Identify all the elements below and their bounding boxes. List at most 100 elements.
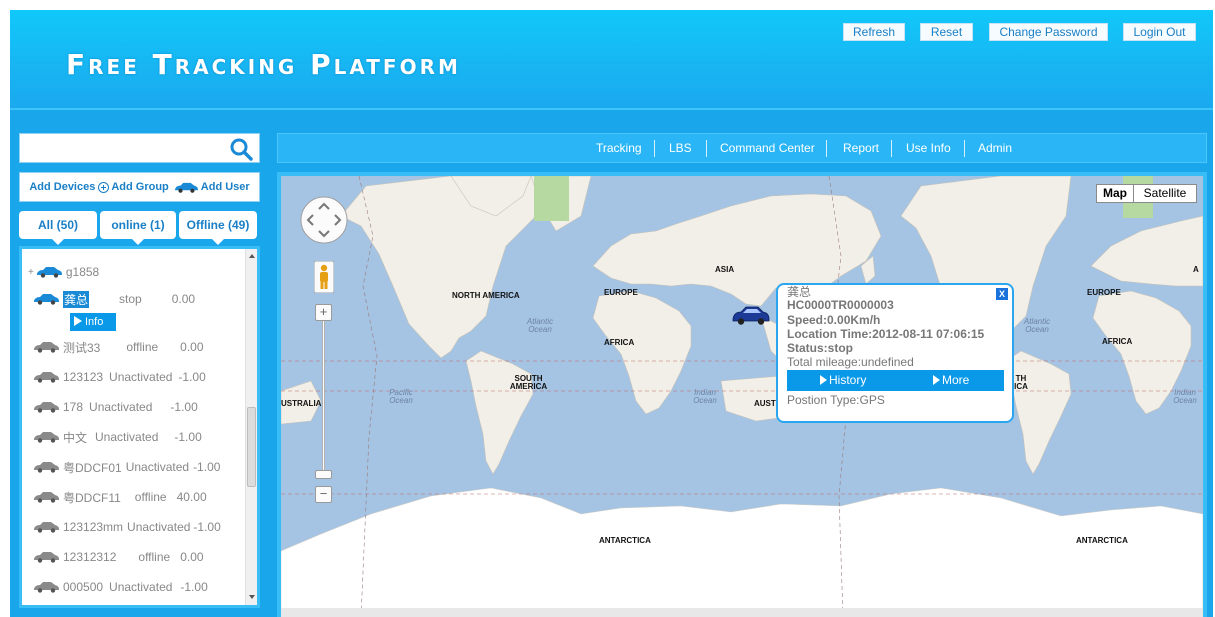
vehicle-marker-icon[interactable] bbox=[731, 304, 771, 326]
list-item[interactable]: 粤DDCF01 Unactivated -1.00 bbox=[32, 458, 220, 476]
list-scrollbar[interactable] bbox=[245, 249, 257, 605]
list-item[interactable]: + g1858 bbox=[28, 263, 105, 281]
map-label-antarctica-2: ANTARCTICA bbox=[1076, 536, 1128, 545]
car-icon bbox=[174, 182, 198, 193]
car-icon bbox=[34, 552, 59, 563]
list-item[interactable]: 178 Unactivated -1.00 bbox=[32, 398, 198, 416]
search-input[interactable] bbox=[24, 138, 219, 158]
map-label-europe: EUROPE bbox=[604, 288, 638, 297]
list-item[interactable]: 000500 Unactivated -1.00 bbox=[32, 578, 208, 596]
login-out-button[interactable]: Login Out bbox=[1123, 23, 1196, 41]
nav-admin[interactable]: Admin bbox=[978, 134, 1012, 162]
map-type-satellite-button[interactable]: Satellite bbox=[1133, 184, 1197, 203]
map-label-antarctica: ANTARCTICA bbox=[599, 536, 651, 545]
close-icon[interactable]: X bbox=[996, 288, 1008, 300]
reset-button[interactable]: Reset bbox=[920, 23, 973, 41]
car-icon bbox=[34, 492, 59, 503]
device-status: offline bbox=[138, 550, 171, 564]
nav-command-center[interactable]: Command Center bbox=[720, 134, 815, 162]
nav-divider bbox=[891, 140, 892, 157]
map-footer-bar bbox=[281, 608, 1203, 617]
device-value: 40.00 bbox=[176, 490, 207, 504]
street-view-pegman-icon[interactable] bbox=[314, 261, 334, 293]
tab-online-devices[interactable]: online (1) bbox=[100, 211, 176, 245]
info-label: Info bbox=[85, 316, 104, 328]
device-name: 粤DDCF01 bbox=[63, 460, 122, 475]
expand-icon[interactable]: + bbox=[28, 267, 34, 278]
app-window: Free Tracking Platform Refresh Reset Cha… bbox=[10, 10, 1213, 617]
device-name: 龚总 bbox=[63, 290, 90, 308]
scroll-down-icon[interactable] bbox=[247, 592, 257, 602]
popup-total-mileage: Total mileage:undefined bbox=[787, 355, 914, 369]
list-item[interactable]: 123123mm Unactivated -1.00 bbox=[32, 518, 221, 536]
device-name: g1858 bbox=[65, 265, 100, 279]
app-title: Free Tracking Platform bbox=[66, 48, 461, 81]
tab-offline-devices[interactable]: Offline (49) bbox=[179, 211, 257, 245]
play-icon bbox=[933, 375, 940, 385]
more-button[interactable]: More bbox=[933, 370, 969, 391]
ocean-label-indian: Indian Ocean bbox=[693, 388, 717, 405]
refresh-button[interactable]: Refresh bbox=[843, 23, 905, 41]
device-value: 0.00 bbox=[180, 550, 204, 564]
scroll-up-icon[interactable] bbox=[247, 251, 257, 261]
nav-divider bbox=[964, 140, 965, 157]
map-container: NORTH AMERICA EUROPE ASIA AFRICA SOUTH A… bbox=[277, 172, 1207, 617]
popup-action-bar: History More bbox=[787, 370, 1004, 391]
pan-control[interactable] bbox=[299, 195, 349, 245]
car-icon bbox=[34, 582, 59, 593]
nav-report[interactable]: Report bbox=[843, 134, 879, 162]
device-status: Unactivated bbox=[109, 370, 173, 384]
device-name: 178 bbox=[63, 400, 84, 414]
list-item[interactable]: 12312312 offline 0.00 bbox=[32, 548, 204, 566]
device-status: Unactivated bbox=[95, 430, 159, 444]
nav-lbs[interactable]: LBS bbox=[669, 134, 692, 162]
add-group-icon bbox=[98, 181, 110, 193]
zoom-slider-thumb[interactable] bbox=[315, 470, 332, 479]
zoom-slider-track[interactable] bbox=[322, 321, 325, 478]
search-icon[interactable] bbox=[229, 137, 253, 161]
device-value: -1.00 bbox=[178, 370, 206, 384]
add-user-link[interactable]: Add User bbox=[201, 181, 250, 193]
tab-all-devices[interactable]: All (50) bbox=[19, 211, 97, 245]
nav-tracking[interactable]: Tracking bbox=[596, 134, 642, 162]
main-nav: Tracking LBS Command Center Report Use I… bbox=[277, 133, 1207, 163]
device-list: + g1858 龚总 stop 0.00 Info 测试33 offline 0… bbox=[19, 246, 260, 608]
scroll-thumb[interactable] bbox=[247, 407, 256, 487]
device-name: 中文 bbox=[63, 430, 88, 445]
map-label-a: A bbox=[1193, 265, 1199, 274]
device-value: 0.00 bbox=[180, 340, 204, 354]
change-password-button[interactable]: Change Password bbox=[989, 23, 1108, 41]
world-map[interactable]: NORTH AMERICA EUROPE ASIA AFRICA SOUTH A… bbox=[281, 176, 1203, 617]
map-type-map-button[interactable]: Map bbox=[1096, 184, 1134, 203]
device-search-box[interactable] bbox=[19, 133, 260, 163]
device-status: Unactivated bbox=[89, 400, 153, 414]
history-label: History bbox=[829, 373, 867, 387]
car-icon bbox=[36, 267, 62, 278]
info-button[interactable]: Info bbox=[70, 313, 116, 331]
car-icon bbox=[34, 372, 59, 383]
add-devices-link[interactable]: Add Devices bbox=[29, 181, 95, 193]
list-item[interactable]: 123123 Unactivated -1.00 bbox=[32, 368, 206, 386]
popup-speed: Speed:0.00Km/h bbox=[787, 313, 881, 327]
ocean-label-atlantic: Atlantic Ocean bbox=[526, 317, 554, 334]
car-icon bbox=[34, 342, 59, 353]
device-name: 12312312 bbox=[63, 550, 117, 564]
ocean-label-atlantic-2: Atlantic Ocean bbox=[1023, 317, 1051, 334]
car-icon bbox=[34, 294, 59, 305]
list-item[interactable]: 中文 Unactivated -1.00 bbox=[32, 428, 202, 446]
add-actions-bar: Add Devices Add Group Add User bbox=[19, 172, 260, 202]
zoom-in-button[interactable]: + bbox=[315, 304, 332, 321]
header: Free Tracking Platform Refresh Reset Cha… bbox=[10, 10, 1213, 110]
device-status: Unactivated bbox=[127, 520, 191, 534]
list-item[interactable]: 粤DDCF11 offline 40.00 bbox=[32, 488, 207, 506]
zoom-out-button[interactable]: − bbox=[315, 486, 332, 503]
car-icon bbox=[34, 432, 59, 443]
list-item[interactable]: 测试33 offline 0.00 bbox=[32, 338, 204, 356]
history-button[interactable]: History bbox=[820, 370, 866, 391]
popup-device-id: HC0000TR0000003 bbox=[787, 298, 894, 312]
nav-divider bbox=[706, 140, 707, 157]
nav-use-info[interactable]: Use Info bbox=[906, 134, 951, 162]
device-status: Unactivated bbox=[109, 580, 173, 594]
add-group-link[interactable]: Add Group bbox=[111, 181, 168, 193]
list-item[interactable]: 龚总 stop 0.00 bbox=[32, 290, 195, 308]
